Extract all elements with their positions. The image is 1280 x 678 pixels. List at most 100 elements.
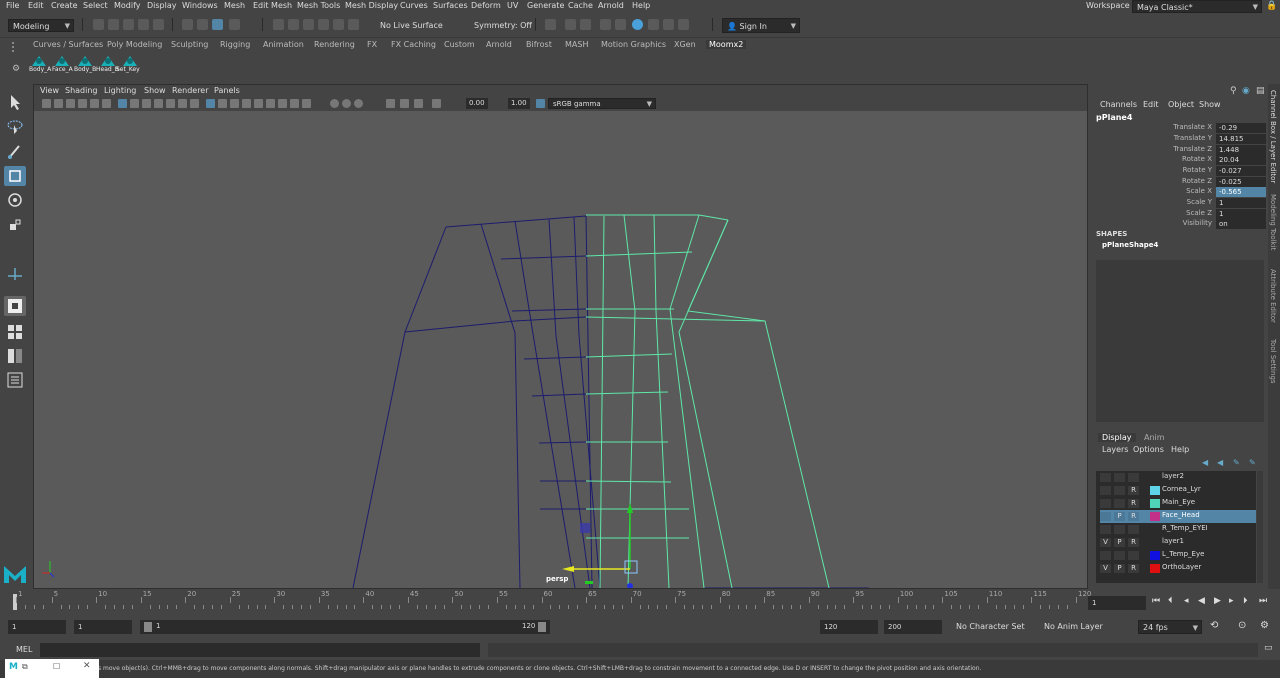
mel-label[interactable]: MEL bbox=[16, 645, 32, 654]
move-layer-down-icon[interactable]: ◀ bbox=[1217, 458, 1223, 467]
tab-animation[interactable]: Animation bbox=[263, 40, 304, 49]
layer-playback-toggle[interactable] bbox=[1114, 525, 1125, 534]
menu-channels[interactable]: Channels bbox=[1100, 100, 1137, 109]
menu-layers[interactable]: Layers bbox=[1102, 445, 1128, 454]
layer-playback-toggle[interactable] bbox=[1114, 486, 1125, 495]
time-slider[interactable]: 1 5 10 15 20 25 30 35 40 45 50 55 60 65 70 75 80 85 90 95 10… bbox=[0, 590, 1280, 616]
animation-end-field[interactable]: 200 bbox=[884, 620, 942, 634]
layer-visibility-toggle[interactable] bbox=[1100, 512, 1111, 521]
attr-value[interactable]: 14.815 bbox=[1216, 134, 1266, 144]
xray-icon[interactable] bbox=[342, 99, 351, 108]
viewport-menu-show[interactable]: Show bbox=[144, 86, 166, 95]
menu-object[interactable]: Object bbox=[1168, 100, 1194, 109]
menu-mesh[interactable]: Mesh bbox=[224, 1, 245, 10]
xray-components-icon[interactable] bbox=[400, 99, 409, 108]
render-current-icon[interactable] bbox=[600, 19, 611, 30]
new-layer-selected-icon[interactable]: ✎ bbox=[1249, 458, 1256, 467]
use-all-lights-icon[interactable] bbox=[254, 99, 263, 108]
redo-icon[interactable] bbox=[153, 19, 164, 30]
layer-color-swatch[interactable] bbox=[1150, 512, 1160, 521]
close-icon[interactable]: ✕ bbox=[83, 661, 91, 671]
render-view-icon[interactable] bbox=[580, 19, 591, 30]
viewport-menu-panels[interactable]: Panels bbox=[214, 86, 240, 95]
viewport-panel[interactable]: View Shading Lighting Show Renderer Pane… bbox=[33, 84, 1088, 589]
range-end-handle[interactable] bbox=[538, 622, 546, 632]
smooth-shade-icon[interactable] bbox=[218, 99, 227, 108]
camera-select-icon[interactable] bbox=[42, 99, 51, 108]
layers-icon[interactable]: ▤ bbox=[1256, 86, 1265, 96]
layer-visibility-toggle[interactable] bbox=[1100, 499, 1111, 508]
layer-reference-toggle[interactable]: R bbox=[1128, 512, 1139, 521]
bookmark-icon[interactable] bbox=[66, 99, 75, 108]
anim-layer-dropdown[interactable]: No Anim Layer bbox=[1040, 620, 1124, 634]
tab-motion-graphics[interactable]: Motion Graphics bbox=[601, 40, 666, 49]
shadows-icon[interactable] bbox=[266, 99, 275, 108]
tab-curves-surfaces[interactable]: Curves / Surfaces bbox=[33, 40, 103, 49]
exposure-icon[interactable] bbox=[432, 99, 441, 108]
layer-reference-toggle[interactable]: R bbox=[1128, 499, 1139, 508]
camera-pan-icon[interactable] bbox=[414, 99, 423, 108]
two-view-layout-icon[interactable] bbox=[4, 346, 26, 366]
viewport-menu-lighting[interactable]: Lighting bbox=[104, 86, 136, 95]
exposure-field[interactable]: 0.00 bbox=[466, 98, 488, 109]
screen-space-ao-icon[interactable] bbox=[278, 99, 287, 108]
layer-playback-toggle[interactable] bbox=[1114, 473, 1125, 482]
layer-row[interactable]: L_Temp_Eye bbox=[1100, 549, 1256, 562]
gate-mask-icon[interactable] bbox=[154, 99, 163, 108]
layer-playback-toggle[interactable]: P bbox=[1114, 512, 1125, 521]
save-scene-icon[interactable] bbox=[123, 19, 134, 30]
grease-pencil-icon[interactable] bbox=[102, 99, 111, 108]
attr-value[interactable]: -0.025 bbox=[1216, 177, 1266, 187]
maximize-icon[interactable]: ☐ bbox=[53, 662, 60, 671]
layer-reference-toggle[interactable] bbox=[1128, 473, 1139, 482]
image-plane-icon[interactable] bbox=[78, 99, 87, 108]
tab-poly-modeling[interactable]: Poly Modeling bbox=[107, 40, 162, 49]
plane-handle[interactable] bbox=[585, 581, 593, 584]
workspace-dropdown[interactable]: Maya Classic* ▼ bbox=[1132, 0, 1262, 13]
layer-playback-toggle[interactable] bbox=[1114, 499, 1125, 508]
selection-mask-icon[interactable] bbox=[229, 19, 240, 30]
ipr-render-icon[interactable] bbox=[615, 19, 626, 30]
range-slider[interactable]: 1 120 bbox=[140, 620, 550, 634]
menu-select[interactable]: Select bbox=[83, 1, 108, 10]
lasso-tool-icon[interactable] bbox=[4, 117, 26, 137]
tab-bifrost[interactable]: Bifrost bbox=[526, 40, 552, 49]
range-start-handle[interactable] bbox=[144, 622, 152, 632]
pause-icon[interactable] bbox=[678, 19, 689, 30]
last-tool-icon[interactable] bbox=[4, 262, 26, 282]
hypershade-icon[interactable] bbox=[632, 19, 643, 30]
layer-row[interactable]: V P R layer1 bbox=[1100, 536, 1256, 549]
live-surface-label[interactable]: No Live Surface bbox=[380, 21, 443, 30]
undo-icon[interactable] bbox=[138, 19, 149, 30]
snap-view-plane-icon[interactable] bbox=[318, 19, 329, 30]
new-scene-icon[interactable] bbox=[93, 19, 104, 30]
menu-deform[interactable]: Deform bbox=[471, 1, 501, 10]
construction-history-icon[interactable] bbox=[545, 19, 556, 30]
channel-box-icon[interactable]: ⚲ bbox=[1230, 86, 1237, 96]
attr-value[interactable]: 20.04 bbox=[1216, 155, 1266, 165]
layer-reference-toggle[interactable]: R bbox=[1128, 538, 1139, 547]
snap-surface-icon[interactable] bbox=[348, 19, 359, 30]
animation-start-field[interactable]: 1 bbox=[8, 620, 66, 634]
layer-color-swatch[interactable] bbox=[1150, 551, 1160, 560]
resolution-gate-icon[interactable] bbox=[142, 99, 151, 108]
menu-mesh-tools[interactable]: Mesh Tools bbox=[297, 1, 340, 10]
shelf-handle[interactable] bbox=[12, 42, 22, 52]
menu-arnold[interactable]: Arnold bbox=[598, 1, 624, 10]
menu-edit[interactable]: Edit bbox=[28, 1, 44, 10]
menu-windows[interactable]: Windows bbox=[182, 1, 218, 10]
layer-reference-toggle[interactable] bbox=[1128, 551, 1139, 560]
wireframe-icon[interactable] bbox=[206, 99, 215, 108]
four-view-layout-icon[interactable] bbox=[4, 322, 26, 342]
x-axis-arrow-icon[interactable] bbox=[562, 566, 574, 572]
step-back-frame-icon[interactable]: ◂ bbox=[1184, 596, 1189, 606]
tab-attribute-editor[interactable]: Attribute Editor bbox=[1269, 269, 1277, 323]
textured-icon[interactable] bbox=[242, 99, 251, 108]
loop-icon[interactable]: ⟲ bbox=[1210, 620, 1218, 631]
play-backwards-icon[interactable]: ◀ bbox=[1198, 596, 1205, 606]
safe-action-icon[interactable] bbox=[178, 99, 187, 108]
menu-show[interactable]: Show bbox=[1199, 100, 1221, 109]
layer-visibility-toggle[interactable] bbox=[1100, 473, 1111, 482]
attr-value[interactable]: -0.565 bbox=[1216, 187, 1266, 197]
go-to-start-icon[interactable]: ⏮ bbox=[1152, 596, 1160, 606]
